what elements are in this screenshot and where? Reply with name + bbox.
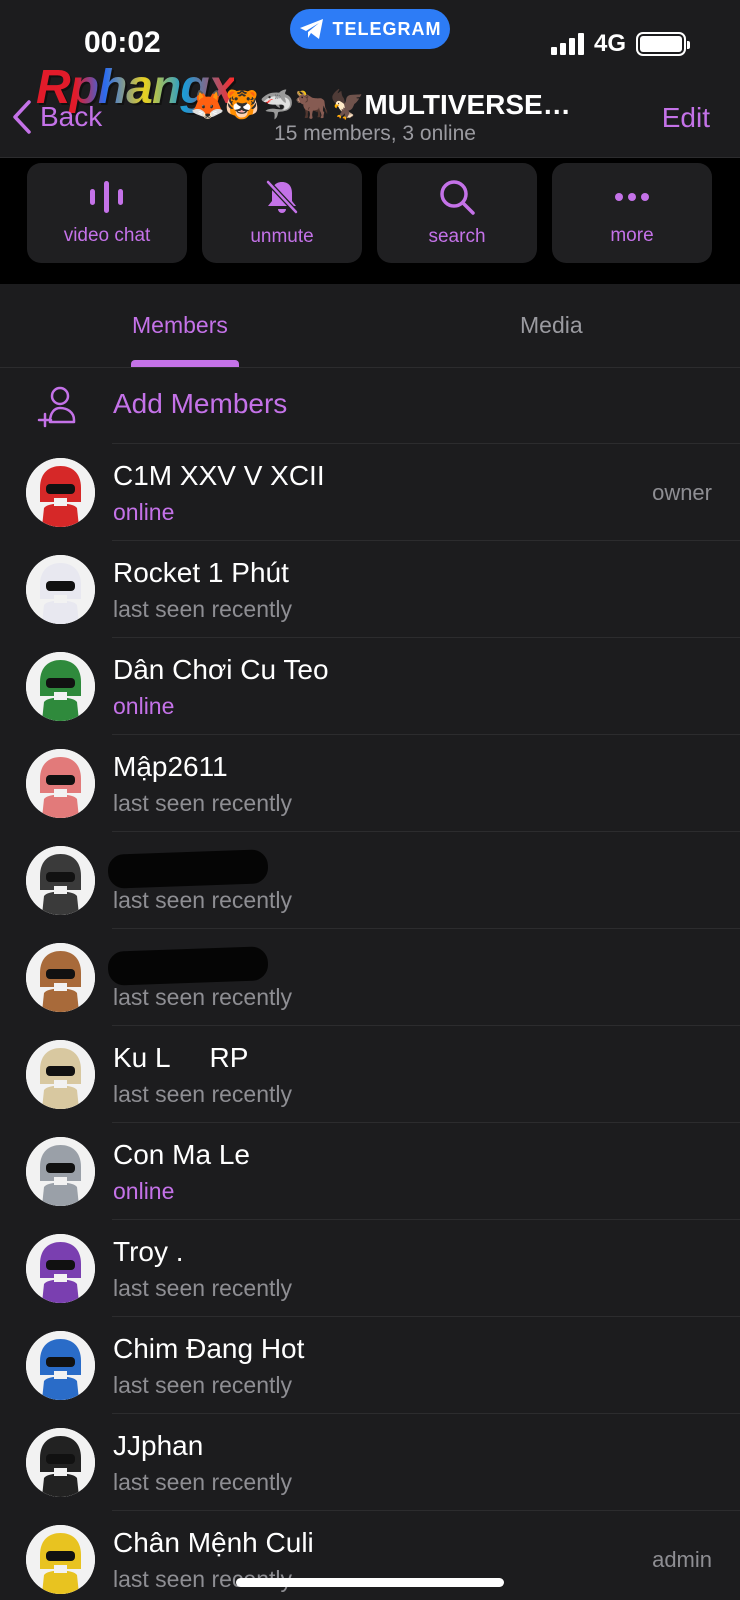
telegram-pill[interactable]: TELEGRAM [290,9,450,49]
member-row[interactable]: Chim Đang Hot last seen recently [0,1317,740,1414]
telegram-icon [299,19,323,39]
avatar [26,1040,95,1109]
member-row[interactable]: Rocket 1 Phút last seen recently [0,541,740,638]
avatar [26,1428,95,1497]
add-members-label: Add Members [113,388,288,419]
battery-icon [636,32,690,56]
bell-slash-icon [266,180,298,214]
action-bar: video chat unmute search more [0,158,740,284]
more-dots-icon [615,193,649,201]
member-status: last seen recently [113,1081,292,1107]
avatar [26,1137,95,1206]
tab-media[interactable]: Media [520,312,583,339]
member-status: last seen recently [113,887,292,913]
member-row[interactable]: Ku L RP last seen recently [0,1026,740,1123]
member-status: online [113,499,175,525]
member-role: admin [652,1547,712,1572]
tab-bar: Members Media [0,284,740,368]
network-type: 4G [593,30,626,57]
edit-button[interactable]: Edit [662,102,710,134]
add-members-row[interactable]: Add Members [0,368,740,444]
tab-active-indicator [131,360,239,367]
member-name: Dân Chơi Cu Teo [113,654,329,685]
avatar [26,652,95,721]
member-name: Mập2611 [113,751,228,782]
search-icon [440,180,475,215]
chat-title[interactable]: 🦊🐯🦈🐂🦅MULTIVERSE… [190,88,570,121]
member-name: JJphan [113,1430,204,1461]
status-time: 00:02 [84,26,161,59]
avatar [26,846,95,915]
member-name: C1M XXV V XCII [113,460,325,491]
add-user-icon [37,386,76,428]
back-label: Back [40,101,103,132]
avatar [26,555,95,624]
member-row[interactable]: last seen recently [0,832,740,929]
member-row[interactable]: Mập2611 last seen recently [0,735,740,832]
redaction-scribble [107,946,269,986]
avatar [26,749,95,818]
member-row[interactable]: Con Ma Le online [0,1123,740,1220]
search-button[interactable]: search [377,163,537,263]
member-name: Ku L RP [113,1042,249,1073]
avatar [26,1234,95,1303]
member-status: online [113,1178,175,1204]
member-status: last seen recently [113,790,292,816]
member-status: last seen recently [113,1469,292,1495]
unmute-button[interactable]: unmute [202,163,362,263]
more-label: more [610,225,654,246]
avatar [26,1525,95,1594]
video-chat-button[interactable]: video chat [27,163,187,263]
redaction-scribble [107,849,269,889]
member-name: Chân Mệnh Culi [113,1527,314,1558]
unmute-label: unmute [250,226,314,247]
member-status: last seen recently [113,1372,292,1398]
signal-icon [550,33,584,55]
avatar [26,458,95,527]
member-status: last seen recently [113,984,292,1010]
telegram-pill-label: TELEGRAM [332,18,442,39]
member-row[interactable]: Troy . last seen recently [0,1220,740,1317]
member-name: Chim Đang Hot [113,1333,305,1364]
member-role: owner [652,480,712,505]
member-row[interactable]: C1M XXV V XCII online owner [0,444,740,541]
member-status: last seen recently [113,1275,292,1301]
more-button[interactable]: more [552,163,712,263]
member-name: Troy . [113,1236,184,1267]
video-chat-label: video chat [63,225,151,246]
member-row[interactable]: Dân Chơi Cu Teo online [0,638,740,735]
chat-subtitle: 15 members, 3 online [274,122,476,145]
tab-members[interactable]: Members [132,312,228,339]
back-button[interactable]: Back [12,100,102,134]
member-name: Con Ma Le [113,1139,250,1170]
member-row[interactable]: last seen recently [0,929,740,1026]
chat-header: 00:02 TELEGRAM 4G Rphangx Back 🦊🐯🦈🐂🦅MULT… [0,0,740,158]
status-indicators: 4G [550,30,690,58]
member-row[interactable]: JJphan last seen recently [0,1414,740,1511]
video-chat-icon [90,181,123,213]
home-indicator[interactable] [236,1578,504,1587]
member-status: last seen recently [113,596,292,622]
avatar [26,1331,95,1400]
member-status: online [113,693,175,719]
avatar [26,943,95,1012]
search-label: search [428,226,486,247]
member-name: Rocket 1 Phút [113,557,289,588]
chevron-left-icon [13,100,31,134]
